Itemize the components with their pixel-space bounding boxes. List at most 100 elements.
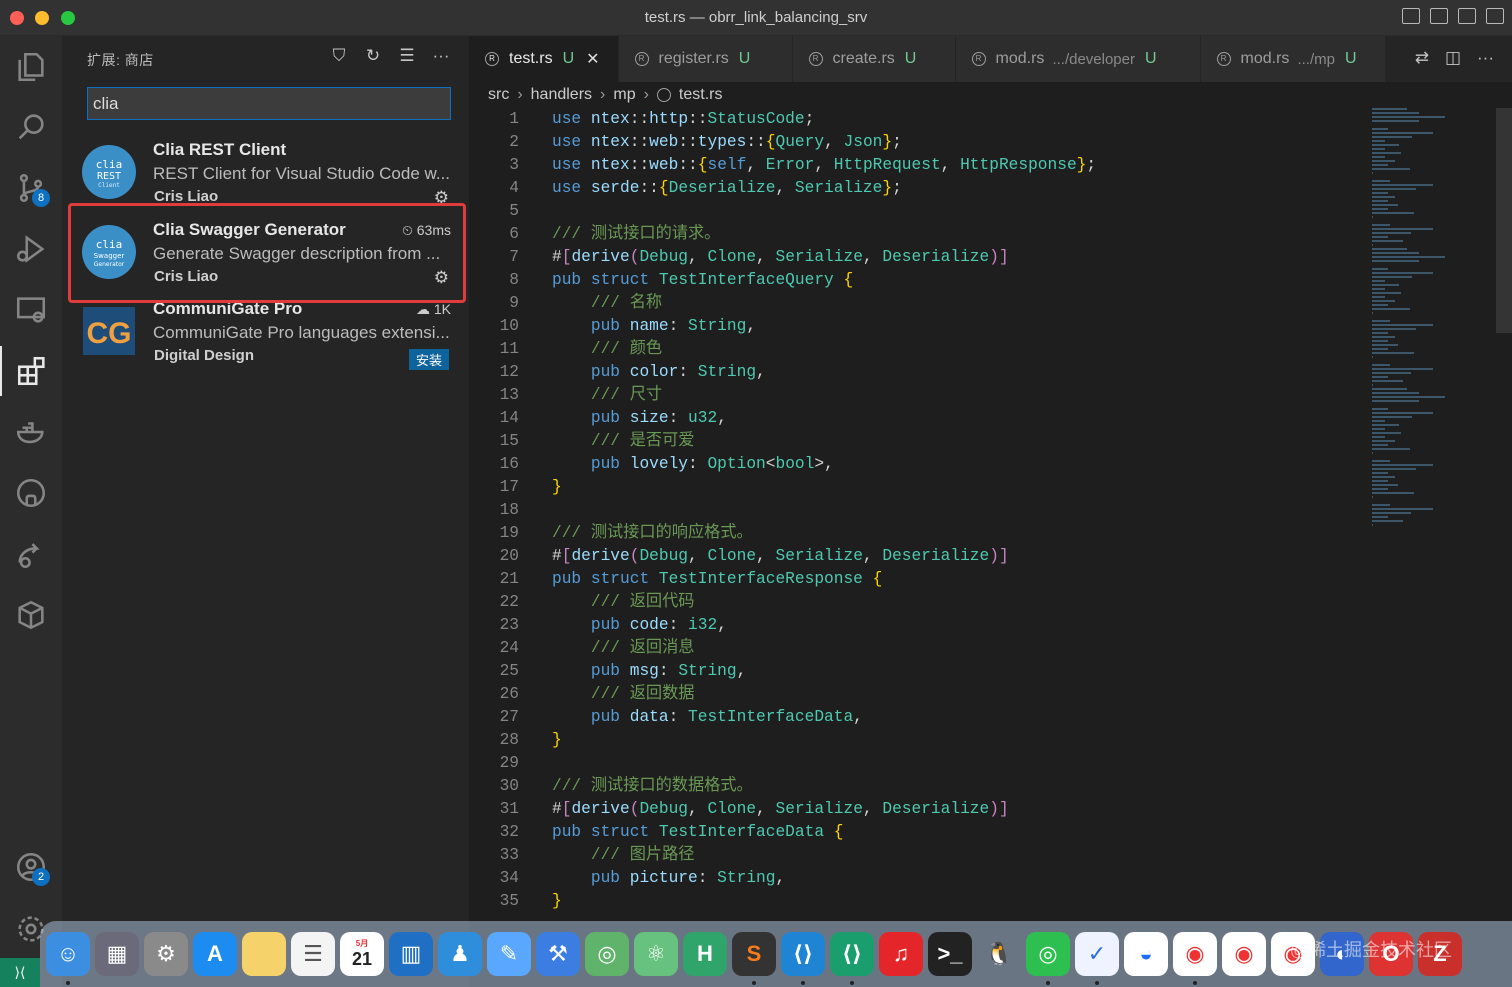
filter-icon[interactable]: ⛉ [329,46,349,66]
compare-changes-icon[interactable]: ⇄ [1415,48,1429,68]
extension-search-input[interactable] [87,87,451,120]
reminders-icon[interactable]: ☰ [291,932,335,976]
code-line[interactable]: 2 use ntex::web::types::{Query, Json}; [469,131,1512,154]
code-line[interactable]: 6/// 测试接口的请求。 [469,223,1512,246]
code-line[interactable]: 5 [469,200,1512,223]
code-line[interactable]: 23 pub code: i32, [469,614,1512,637]
code-line[interactable]: 3 use ntex::web::{self, Error, HttpReques… [469,154,1512,177]
code-line[interactable]: 21 pub struct TestInterfaceResponse { [469,568,1512,591]
code-line[interactable]: 11 /// 颜色 [469,338,1512,361]
code-line[interactable]: 35} [469,890,1512,913]
extensions-icon[interactable] [0,346,62,396]
atom-icon[interactable]: ⚛ [634,932,678,976]
breadcrumb-item[interactable]: test.rs [679,86,723,104]
code-editor[interactable]: 1 use ntex::http::StatusCode; 2 use ntex::w… [469,108,1512,920]
minimap-line [1372,468,1417,470]
dingtalk-icon[interactable]: ◒ [1124,932,1168,976]
tab-test-rs[interactable]: Rtest.rs U ✕ [469,36,619,82]
code-line[interactable]: 27 pub data: TestInterfaceData, [469,706,1512,729]
code-line[interactable]: 29 [469,752,1512,775]
finder-icon[interactable]: ☺ [46,932,90,985]
accounts-icon[interactable]: 2 [0,842,62,892]
breadcrumb-item[interactable]: handlers [531,86,592,104]
extension-item-communigate-pro[interactable]: CG CommuniGate Pro ☁ 1K CommuniGate Pro … [62,295,469,373]
netease-music-icon[interactable]: ♫ [879,932,923,976]
code-line[interactable]: 34 pub picture: String, [469,867,1512,890]
code-line[interactable]: 8 pub struct TestInterfaceQuery { [469,269,1512,292]
wechat-icon[interactable]: ◎ [1026,932,1070,985]
refresh-icon[interactable]: ↻ [363,46,383,66]
github-icon[interactable] [0,468,62,518]
cube-icon[interactable] [0,590,62,640]
code-line[interactable]: 12 pub color: String, [469,361,1512,384]
toggle-sidebar-icon[interactable] [1402,8,1420,24]
search-icon[interactable] [0,102,62,152]
toggle-panel-icon[interactable] [1430,8,1448,24]
chrome-icon[interactable]: ◉ [1173,932,1217,985]
customize-layout-icon[interactable] [1486,8,1504,24]
tab-create-rs[interactable]: Rcreate.rs U [792,36,956,82]
code-line[interactable]: 30/// 测试接口的数据格式。 [469,775,1512,798]
launchpad-icon[interactable]: ▦ [95,932,139,976]
remote-explorer-icon[interactable] [0,285,62,335]
code-line[interactable]: 33 /// 图片路径 [469,844,1512,867]
code-line[interactable]: 31 #[derive(Debug, Clone, Serialize, Dese… [469,798,1512,821]
breadcrumb-item[interactable]: mp [613,86,635,104]
breadcrumb-item[interactable]: src [488,86,509,104]
vscode-icon[interactable]: ⟨⟩ [781,932,825,985]
code-line[interactable]: 10 pub name: String, [469,315,1512,338]
chrome-beta-icon[interactable]: ◉ [1222,932,1266,976]
code-line[interactable]: 7 #[derive(Debug, Clone, Serialize, Deser… [469,246,1512,269]
docker-icon[interactable] [0,407,62,457]
clear-icon[interactable]: ☰ [397,46,417,66]
app-store-icon[interactable]: A [193,932,237,976]
code-line[interactable]: 19/// 测试接口的响应格式。 [469,522,1512,545]
code-line[interactable]: 25 pub msg: String, [469,660,1512,683]
feather-icon[interactable]: ✎ [487,932,531,976]
code-line[interactable]: 14 pub size: u32, [469,407,1512,430]
xcode-icon[interactable]: ⚒ [536,932,580,976]
code-line[interactable]: 26 /// 返回数据 [469,683,1512,706]
code-line[interactable]: 9 /// 名称 [469,292,1512,315]
install-button[interactable]: 安装 [408,349,449,370]
tab-register-rs[interactable]: Rregister.rs U [618,36,793,82]
qq-icon[interactable]: 🐧 [977,932,1021,976]
code-line[interactable]: 24 /// 返回消息 [469,637,1512,660]
hbuilder-icon[interactable]: H [683,932,727,976]
notes-icon[interactable] [242,932,286,976]
code-line[interactable]: 13 /// 尺寸 [469,384,1512,407]
code-line[interactable]: 4 use serde::{Deserialize, Serialize}; [469,177,1512,200]
code-line[interactable]: 20 #[derive(Debug, Clone, Serialize, Dese… [469,545,1512,568]
vscode-insiders-icon[interactable]: ⟨⟩ [830,932,874,985]
run-debug-icon[interactable] [0,224,62,274]
lark-icon[interactable]: ✓ [1075,932,1119,985]
code-line[interactable]: 17} [469,476,1512,499]
more-actions-icon[interactable]: ··· [431,46,451,66]
editor-scrollbar[interactable] [1496,108,1512,333]
code-line[interactable]: 28} [469,729,1512,752]
terminal-icon[interactable]: >_ [928,932,972,976]
code-line[interactable]: 32 pub struct TestInterfaceData { [469,821,1512,844]
code-line[interactable]: 15 /// 是否可爱 [469,430,1512,453]
minimap[interactable] [1372,108,1460,526]
system-preferences-icon[interactable]: ⚙ [144,932,188,976]
close-tab-icon[interactable]: ✕ [586,49,599,69]
tab-mod-rs-mp[interactable]: Rmod.rs .../mp U [1200,36,1386,82]
trello-icon[interactable]: ▥ [389,932,433,976]
remote-indicator[interactable]: ⟩⟨ [0,958,40,987]
code-line[interactable]: 1 use ntex::http::StatusCode; [469,108,1512,131]
kindle-icon[interactable]: ♟ [438,932,482,976]
split-editor-icon[interactable]: ◫ [1445,48,1461,68]
live-share-icon[interactable] [0,529,62,579]
source-control-icon[interactable]: 8 [0,163,62,213]
code-line[interactable]: 18 [469,499,1512,522]
android-studio-icon[interactable]: ◎ [585,932,629,976]
calendar-icon[interactable]: 5月 21 [340,932,384,976]
code-line[interactable]: 22 /// 返回代码 [469,591,1512,614]
explorer-icon[interactable] [0,42,62,92]
code-line[interactable]: 16 pub lovely: Option<bool>, [469,453,1512,476]
sublime-text-icon[interactable]: S [732,932,776,985]
more-editor-actions-icon[interactable]: ··· [1477,48,1494,68]
tab-mod-rs-developer[interactable]: Rmod.rs .../developer U [955,36,1201,82]
toggle-secondary-sidebar-icon[interactable] [1458,8,1476,24]
